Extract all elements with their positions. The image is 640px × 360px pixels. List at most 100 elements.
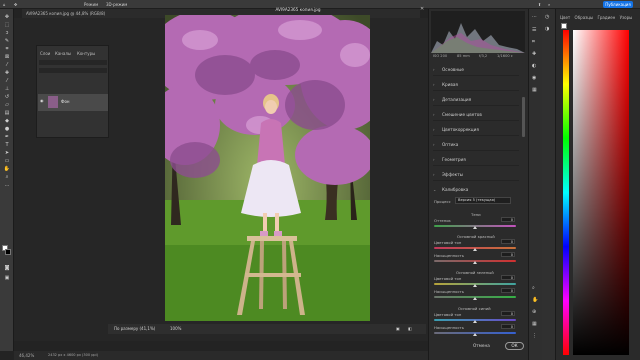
tab-patterns[interactable]: Узоры <box>620 15 633 20</box>
edit-sliders-icon[interactable]: ☰ <box>532 27 536 33</box>
heal-icon[interactable]: ✚ <box>532 51 536 57</box>
red-hue-thumb[interactable] <box>473 248 477 251</box>
hue-slider[interactable] <box>563 30 569 355</box>
move-tool-icon[interactable]: ✥ <box>3 14 11 20</box>
section-detail[interactable]: › Детализация <box>433 93 519 106</box>
blend-mode-field[interactable] <box>39 68 107 73</box>
background-color-swatch[interactable] <box>5 249 11 255</box>
red-hue-value[interactable]: 0 <box>501 239 515 244</box>
pen-tool-icon[interactable]: ✒ <box>3 134 11 140</box>
sampler-icon[interactable]: ⊕ <box>532 309 536 315</box>
photo-preview[interactable] <box>165 15 370 321</box>
shape-tool-icon[interactable]: ▭ <box>3 158 11 164</box>
clone-stamp-tool-icon[interactable]: ⊥ <box>3 86 11 92</box>
lasso-tool-icon[interactable]: ↄ <box>3 30 11 36</box>
blue-saturation-thumb[interactable] <box>473 333 477 336</box>
tab-gradients[interactable]: Градиен <box>597 15 615 20</box>
status-bar: 46,42% 2432 px x 4600 px (300 ppi) <box>14 351 428 360</box>
dialog-title: AVI9A2365 копия.jpg <box>275 7 321 12</box>
crop-tool-icon[interactable]: ⌗ <box>3 46 11 52</box>
green-saturation-value[interactable]: 0 <box>501 288 515 293</box>
green-hue-thumb[interactable] <box>473 284 477 287</box>
section-geometry[interactable]: › Геометрия <box>433 153 519 166</box>
visibility-eye-icon[interactable]: ◉ <box>40 98 44 103</box>
section-basic[interactable]: › Основные <box>433 63 519 76</box>
quick-select-tool-icon[interactable]: ✎ <box>3 38 11 44</box>
process-label: Процесс <box>434 199 451 204</box>
healing-brush-tool-icon[interactable]: ✚ <box>3 70 11 76</box>
zoom-100-dropdown[interactable]: 100% <box>170 324 181 334</box>
screen-mode-icon[interactable]: ▣ <box>3 275 11 281</box>
tab-swatches[interactable]: Образцы <box>575 15 594 20</box>
red-eye-icon[interactable]: ◉ <box>532 75 536 81</box>
before-after-icon[interactable]: ▣ <box>396 324 400 334</box>
mask-icon[interactable]: ◐ <box>532 63 536 69</box>
grid-icon[interactable]: ▦ <box>532 321 537 327</box>
history-brush-tool-icon[interactable]: ↺ <box>3 94 11 100</box>
close-icon[interactable]: ✕ <box>420 5 426 14</box>
red-saturation-value[interactable]: 0 <box>501 252 515 257</box>
panel-scrollbar[interactable] <box>522 97 525 137</box>
document-tab[interactable]: AVI9A2365 копия.jpg @ 44,8% (RGB/8) <box>26 9 105 18</box>
layer-row[interactable]: ◉ Фон <box>38 94 108 111</box>
marquee-tool-icon[interactable]: ⬚ <box>3 22 11 28</box>
section-curve[interactable]: › Кривая <box>433 78 519 91</box>
camera-raw-panel: ISO 200 85 mm f/3,2 1/1600 с › Основные ›… <box>428 9 528 360</box>
green-hue-value[interactable]: 0 <box>501 275 515 280</box>
move-tool-icon[interactable]: ✥ <box>14 0 17 9</box>
eyedropper-tool-icon[interactable]: ⁄ <box>3 62 11 68</box>
ok-button[interactable]: ОК <box>505 342 524 350</box>
frame-tool-icon[interactable]: ⊠ <box>3 54 11 60</box>
section-calibration[interactable]: ⌄ Калибровка <box>433 183 519 196</box>
process-version-dropdown[interactable]: Версия 5 (текущая) <box>455 197 511 204</box>
more-options-icon[interactable]: ⋯ <box>532 14 537 20</box>
color-picker-field[interactable] <box>573 30 629 355</box>
shadows-tint-thumb[interactable] <box>473 226 477 229</box>
presets-icon[interactable]: ▦ <box>532 87 537 93</box>
zoom-icon[interactable]: ⌕ <box>532 285 535 291</box>
section-color-grading[interactable]: › Цветокоррекция <box>433 123 519 136</box>
red-saturation-thumb[interactable] <box>473 261 477 264</box>
share-icon[interactable]: ⬆ <box>538 0 541 9</box>
color-panel-foreground-swatch[interactable] <box>561 23 567 29</box>
tab-color[interactable]: Цвет <box>560 15 570 20</box>
3d-mode-label[interactable]: 3D-режим <box>106 0 127 9</box>
green-saturation-thumb[interactable] <box>473 297 477 300</box>
section-optics[interactable]: › Оптика <box>433 138 519 151</box>
fit-to-view-dropdown[interactable]: По размеру (41,1%) <box>114 324 155 334</box>
hand-icon[interactable]: ✋ <box>532 297 538 303</box>
section-color-mixer[interactable]: › Смешение цветов <box>433 108 519 121</box>
cancel-button[interactable]: Отмена <box>473 343 490 348</box>
publish-button[interactable]: Публикация <box>603 1 633 8</box>
eraser-tool-icon[interactable]: ▱ <box>3 102 11 108</box>
crop-icon[interactable]: ⌗ <box>532 39 535 45</box>
mode-label[interactable]: Режим <box>84 0 98 9</box>
gradient-tool-icon[interactable]: ▤ <box>3 110 11 116</box>
layer-filter-field[interactable] <box>39 60 107 65</box>
layer-name[interactable]: Фон <box>61 99 70 104</box>
blue-hue-thumb[interactable] <box>473 320 477 323</box>
preview-zoom-bar: По размеру (41,1%) 100% ▣ ◧ <box>108 324 426 334</box>
tab-layers[interactable]: Слои <box>40 50 50 57</box>
search-icon[interactable]: ⌕ <box>548 0 550 9</box>
section-effects[interactable]: › Эффекты <box>433 168 519 181</box>
tab-channels[interactable]: Каналы <box>55 50 71 57</box>
path-select-tool-icon[interactable]: ➤ <box>3 150 11 156</box>
hand-tool-icon[interactable]: ✋ <box>3 166 11 172</box>
adjustments-icon[interactable]: ◑ <box>545 26 549 32</box>
type-tool-icon[interactable]: T <box>3 142 11 148</box>
blue-saturation-value[interactable]: 0 <box>501 324 515 329</box>
tab-paths[interactable]: Контуры <box>77 50 95 57</box>
brush-tool-icon[interactable]: ⁄ <box>3 78 11 84</box>
quick-mask-icon[interactable]: ◙ <box>3 265 11 271</box>
shadows-tint-value[interactable]: 0 <box>501 217 515 222</box>
blur-tool-icon[interactable]: ◆ <box>3 118 11 124</box>
toggle-settings-icon[interactable]: ◧ <box>408 324 412 334</box>
more-icon[interactable]: ⋮ <box>532 333 537 339</box>
photoshop-icon[interactable]: ⌂ <box>3 0 6 9</box>
more-tools-icon[interactable]: … <box>3 182 11 188</box>
history-icon[interactable]: ◷ <box>545 14 549 20</box>
dodge-tool-icon[interactable]: ● <box>3 126 11 132</box>
zoom-tool-icon[interactable]: ⌕ <box>3 174 11 180</box>
blue-hue-value[interactable]: 0 <box>501 311 515 316</box>
